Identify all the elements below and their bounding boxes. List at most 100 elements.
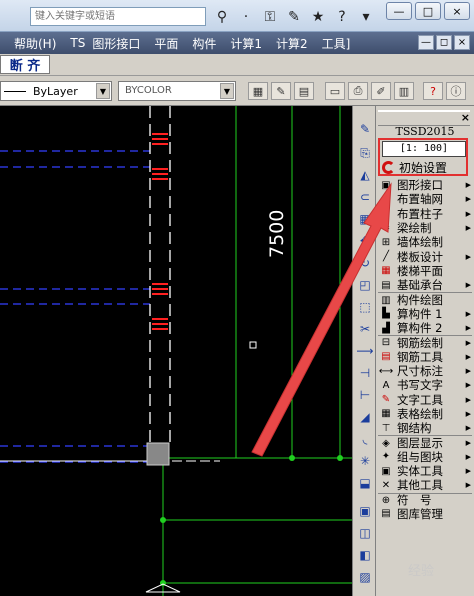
dropdown-icon[interactable]: · xyxy=(236,7,256,27)
component-icon: ▥ xyxy=(381,294,391,306)
edit-icon[interactable]: ✎ xyxy=(271,82,291,100)
beam-icon: ╧ xyxy=(382,222,390,234)
join-icon[interactable]: ⊢ xyxy=(356,386,374,404)
erase-icon[interactable]: ✎ xyxy=(356,120,374,138)
panel-menu-item[interactable]: ▣ 实体工具 ▶ xyxy=(378,464,472,478)
scale-icon[interactable]: ◰ xyxy=(356,276,374,294)
panel-menu-item[interactable]: ◈ 图层显示 ▶ xyxy=(378,435,472,450)
menu-calc1[interactable]: 计算1 xyxy=(223,35,269,52)
panel-menu-item[interactable]: ▦ 楼梯平面 xyxy=(378,264,472,278)
close-button[interactable]: × xyxy=(444,2,470,20)
panel-menu-item[interactable]: ⟷ 尺寸标注 ▶ xyxy=(378,364,472,378)
chevron-down-icon[interactable]: ▼ xyxy=(96,83,110,99)
table-icon[interactable]: ▤ xyxy=(294,82,314,100)
panel-menu-item[interactable]: ▦ 表格绘制 ▶ xyxy=(378,407,472,421)
menu-tools[interactable]: 工具] xyxy=(315,35,358,52)
submenu-arrow-icon: ▶ xyxy=(465,481,471,490)
panel-menu-item[interactable]: ▤ 钢筋工具 ▶ xyxy=(378,350,472,364)
chevron-down-icon[interactable]: ▾ xyxy=(356,7,376,27)
dist-icon[interactable]: ⬓ xyxy=(356,474,374,492)
panel-menu-item[interactable]: ⊤ 钢结构 ▶ xyxy=(378,421,472,435)
panel-menu-item[interactable]: ✕ 其他工具 ▶ xyxy=(378,478,472,492)
help-icon[interactable]: ? xyxy=(332,7,352,27)
menu-help[interactable]: 帮助(H) xyxy=(0,35,63,52)
copy-icon[interactable]: ⎘ xyxy=(356,144,374,162)
layer-manager-icon[interactable]: ▦ xyxy=(248,82,268,100)
panel-menu-item[interactable]: ▤ 图库管理 xyxy=(378,507,472,521)
match-icon[interactable]: ◫ xyxy=(356,524,374,542)
doc-close-button[interactable]: × xyxy=(454,35,470,50)
panel-menu-item[interactable]: ╧ 梁绘制 ▶ xyxy=(378,221,472,235)
draw-icon[interactable]: ✐ xyxy=(371,82,391,100)
panel-menu-item[interactable]: ⊞ 墙体绘制 xyxy=(378,235,472,249)
submenu-arrow-icon: ▶ xyxy=(465,409,471,418)
print-icon[interactable]: ⎙ xyxy=(348,82,368,100)
linetype-select[interactable]: ByLayer ▼ xyxy=(0,81,112,101)
maximize-button[interactable]: □ xyxy=(415,2,441,20)
break-align-tool[interactable]: 断 齐 xyxy=(0,55,50,74)
menu-plan[interactable]: 平面 xyxy=(147,35,185,52)
minimize-button[interactable]: — xyxy=(386,2,412,20)
doc-minimize-button[interactable]: — xyxy=(418,35,434,50)
search-input[interactable] xyxy=(30,7,206,26)
info-icon[interactable]: ⓘ xyxy=(446,82,466,100)
properties-toolbar: ByLayer ▼ BYCOLOR ▼ ▦ ✎ ▤ ▭ ⎙ ✐ ▥ ? ⓘ xyxy=(0,76,474,106)
text-tool-icon: ✎ xyxy=(381,394,391,406)
layer-icon[interactable]: ▨ xyxy=(356,568,374,586)
panel-menu-item[interactable]: ⊕ 符 号 xyxy=(378,492,472,507)
menu-component[interactable]: 构件 xyxy=(185,35,223,52)
panel-menu-item[interactable]: ▣ 图形接口 ▶ xyxy=(378,178,472,192)
refresh-icon xyxy=(382,161,395,174)
group-icon[interactable]: ◧ xyxy=(356,546,374,564)
chart-icon[interactable]: ▥ xyxy=(394,82,414,100)
menu-calc2[interactable]: 计算2 xyxy=(269,35,315,52)
panel-menu-item[interactable]: ▥ 构件绘图 xyxy=(378,292,472,307)
panel-menu-item[interactable]: ▟ 算构件 2 ▶ xyxy=(378,321,472,335)
solid-icon: ▣ xyxy=(381,465,391,477)
color-select[interactable]: BYCOLOR ▼ xyxy=(118,81,236,101)
mirror-icon[interactable]: ◭ xyxy=(356,166,374,184)
move-icon[interactable]: ✥ xyxy=(356,232,374,250)
init-settings-button[interactable]: 初始设置 xyxy=(380,159,468,176)
menu-graphics-interface[interactable]: 图形接口 xyxy=(92,35,147,52)
star-icon[interactable]: ★ xyxy=(308,7,328,27)
trim-icon[interactable]: ✂ xyxy=(356,320,374,338)
fillet-icon[interactable]: ◟ xyxy=(356,430,374,448)
panel-menu-item[interactable]: ✎ 文字工具 ▶ xyxy=(378,392,472,407)
extend-icon[interactable]: ⟶ xyxy=(356,342,374,360)
help-icon[interactable]: ? xyxy=(423,82,443,100)
submenu-arrow-icon: ▶ xyxy=(465,438,471,447)
binoculars-icon[interactable]: ⚲ xyxy=(212,7,232,27)
drawing-canvas[interactable]: 7500 xyxy=(0,106,352,596)
foundation-icon: ▤ xyxy=(381,279,391,291)
submenu-arrow-icon: ▶ xyxy=(465,352,471,361)
stretch-icon[interactable]: ⬚ xyxy=(356,298,374,316)
chamfer-icon[interactable]: ◢ xyxy=(356,408,374,426)
panel-menu-item[interactable]: ▤ 基础承台 ▶ xyxy=(378,278,472,292)
watermark: 经验 xyxy=(408,564,435,579)
panel-grip[interactable] xyxy=(378,110,470,126)
array-icon[interactable]: ▦ xyxy=(356,210,374,228)
panel-menu-item[interactable]: A 书写文字 ▶ xyxy=(378,378,472,392)
panel-menu-item[interactable]: ⊟ 钢筋绘制 ▶ xyxy=(378,335,472,350)
folder-icon[interactable]: ▭ xyxy=(325,82,345,100)
offset-icon[interactable]: ⊂ xyxy=(356,188,374,206)
props-icon[interactable]: ▣ xyxy=(356,502,374,520)
key-icon[interactable]: ⚿ xyxy=(260,7,280,27)
scale-field[interactable]: [1: 100] xyxy=(382,141,466,157)
panel-menu-item[interactable]: ▙ 算构件 1 ▶ xyxy=(378,307,472,321)
panel-menu-item[interactable]: ✦ 组与图块 ▶ xyxy=(378,450,472,464)
doc-restore-button[interactable]: ◻ xyxy=(436,35,452,50)
menu-ts[interactable]: TS xyxy=(63,36,92,50)
break-icon[interactable]: ⊣ xyxy=(356,364,374,382)
panel-menu-item[interactable]: ▮ 布置柱子 ▶ xyxy=(378,207,472,221)
steel-icon: ⊤ xyxy=(381,422,391,434)
submenu-arrow-icon: ▶ xyxy=(465,181,471,190)
tools-icon[interactable]: ✎ xyxy=(284,7,304,27)
rotate-icon[interactable]: ↻ xyxy=(356,254,374,272)
close-icon[interactable]: × xyxy=(461,111,470,124)
panel-menu-item[interactable]: ╬ 布置轴网 ▶ xyxy=(378,192,472,206)
panel-menu-item[interactable]: ╱ 楼板设计 ▶ xyxy=(378,249,472,264)
chevron-down-icon[interactable]: ▼ xyxy=(220,83,234,99)
explode-icon[interactable]: ✳ xyxy=(356,452,374,470)
